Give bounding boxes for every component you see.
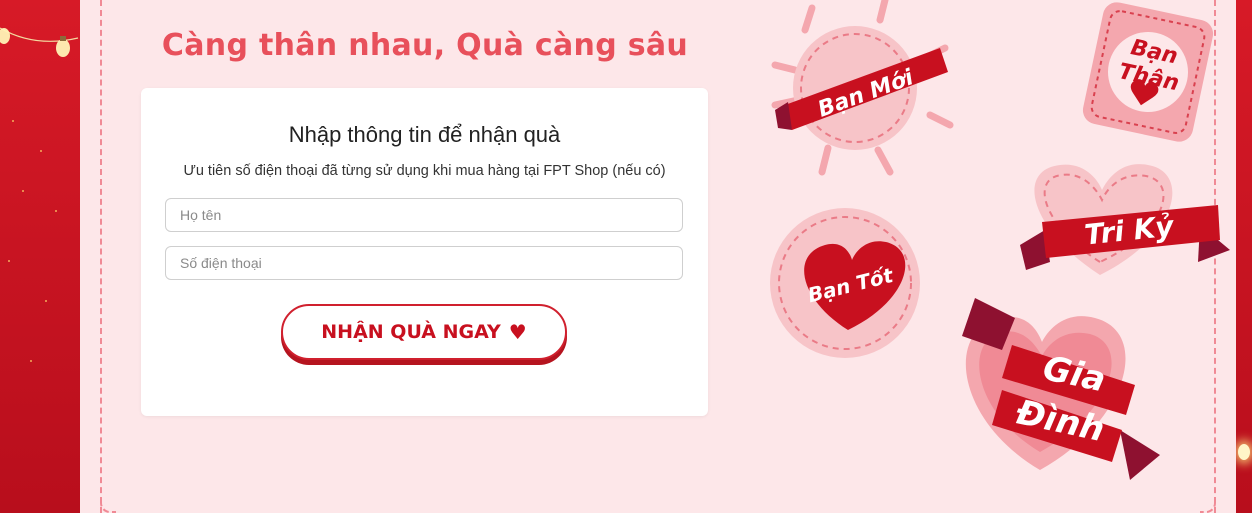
form-subtitle: Ưu tiên số điện thoại đã từng sử dụng kh…	[183, 163, 666, 179]
gift-form-card: Nhập thông tin để nhận quà Ưu tiên số đi…	[141, 88, 708, 416]
main-panel: Càng thân nhau, Quà càng sâu Nhập thông …	[80, 0, 1236, 513]
light-bulb-decoration	[1238, 444, 1250, 460]
form-title: Nhập thông tin để nhận quà	[288, 122, 561, 147]
sticker-gia-dinh: Gia Đình	[962, 298, 1160, 480]
sticker-ban-than: Bạn Thân	[1082, 2, 1214, 142]
name-input[interactable]	[165, 198, 683, 232]
sticker-ban-moi: Bạn Mới	[771, 0, 954, 176]
dashed-corner-left	[100, 497, 116, 513]
left-background	[0, 0, 80, 513]
heart-icon: ♥	[508, 320, 527, 344]
phone-input[interactable]	[165, 246, 683, 280]
sticker-tri-ky: Tri Kỷ	[1020, 164, 1230, 275]
sticker-ban-tot: Bạn Tốt	[770, 208, 920, 358]
claim-gift-button[interactable]: NHẬN QUÀ NGAY ♥	[281, 304, 567, 360]
string-lights-decoration	[0, 27, 79, 57]
page-headline: Càng thân nhau, Quà càng sâu	[161, 28, 689, 63]
right-background	[1236, 0, 1252, 513]
dashed-border-left	[100, 0, 102, 513]
claim-gift-label: NHẬN QUÀ NGAY	[321, 321, 501, 343]
friendship-stickers-illustration: Bạn Mới Bạn Thân Tri Kỷ Bạn Tốt Gia Đình	[770, 0, 1230, 480]
